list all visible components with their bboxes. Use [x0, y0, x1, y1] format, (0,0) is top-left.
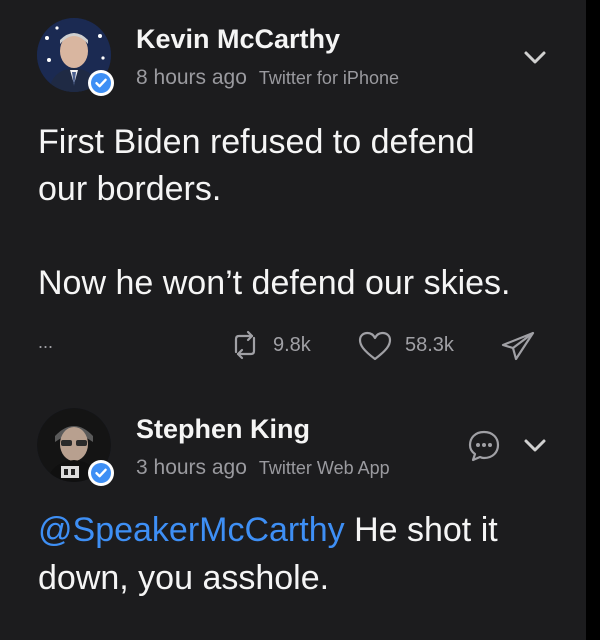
tweet-timestamp: 3 hours ago [136, 456, 247, 479]
more-options[interactable]: ... [38, 332, 53, 353]
tweet-timestamp: 8 hours ago [136, 66, 247, 89]
tweet-text-line: @SpeakerMcCarthy He shot it [38, 508, 498, 552]
tweet-text-line: First Biden refused to defend [38, 123, 475, 161]
tweet-text-line: Now he won’t defend our skies. [38, 264, 511, 302]
tweet-thread-card: Kevin McCarthy 8 hours ago Twitter for iP… [0, 0, 586, 640]
chevron-down-icon[interactable] [520, 430, 550, 460]
paper-plane-icon[interactable] [500, 330, 536, 362]
tweet-client: Twitter Web App [258, 458, 390, 478]
chevron-down-icon[interactable] [520, 42, 550, 72]
tweet-client: Twitter for iPhone [258, 68, 399, 88]
like-count: 58.3k [405, 334, 454, 356]
tweet-text-rest: He shot it [344, 511, 498, 549]
verified-badge-icon [88, 70, 114, 96]
speech-bubble-icon[interactable] [466, 428, 502, 464]
tweet-meta: 3 hours ago Twitter Web App [136, 456, 390, 480]
heart-icon[interactable] [357, 330, 393, 362]
tweet-mccarthy[interactable]: Kevin McCarthy 8 hours ago Twitter for iP… [0, 0, 586, 390]
mention-link[interactable]: @SpeakerMcCarthy [38, 511, 345, 549]
tweet-text-line: down, you asshole. [38, 559, 330, 597]
tweet-meta: 8 hours ago Twitter for iPhone [136, 66, 399, 90]
retweet-count: 9.8k [273, 334, 311, 356]
tweet-text-line: our borders. [38, 170, 222, 208]
author-name[interactable]: Stephen King [136, 414, 310, 445]
retweet-icon[interactable] [228, 330, 262, 360]
verified-badge-icon [88, 460, 114, 486]
tweet-king[interactable]: Stephen King 3 hours ago Twitter Web App … [0, 390, 586, 610]
author-name[interactable]: Kevin McCarthy [136, 24, 340, 55]
